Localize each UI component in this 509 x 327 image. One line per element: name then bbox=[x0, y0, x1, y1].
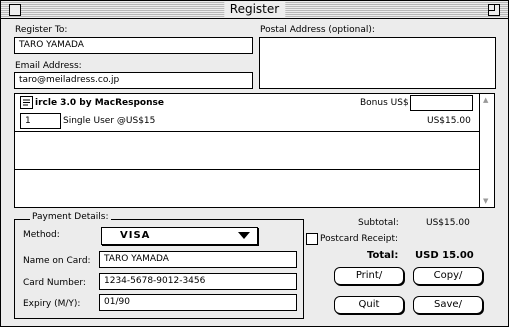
title-bar[interactable]: Register bbox=[1, 1, 508, 19]
expiry-field[interactable]: 01/90 bbox=[99, 294, 297, 311]
product-name: ircle 3.0 by MacResponse bbox=[35, 98, 164, 108]
vertical-scrollbar[interactable]: ▲ ▼ bbox=[479, 94, 494, 207]
app-document-icon bbox=[20, 96, 33, 109]
name-on-card-field[interactable]: TARO YAMADA bbox=[99, 251, 297, 268]
close-box[interactable] bbox=[9, 4, 21, 16]
bonus-field[interactable] bbox=[410, 95, 473, 111]
total-value: USD 15.00 bbox=[415, 250, 474, 261]
product-list: ircle 3.0 by MacResponse Bonus US$ 1 Sin… bbox=[14, 93, 495, 208]
postcard-receipt-checkbox[interactable] bbox=[306, 233, 318, 245]
scroll-up-arrow-icon[interactable]: ▲ bbox=[483, 96, 488, 104]
scroll-down-arrow-icon[interactable]: ▼ bbox=[483, 197, 488, 205]
print-button[interactable]: Print/ bbox=[334, 267, 404, 285]
email-label: Email Address: bbox=[15, 61, 82, 71]
card-number-label: Card Number: bbox=[23, 278, 86, 288]
postal-address-field[interactable] bbox=[259, 37, 496, 89]
subtotal-label: Subtotal: bbox=[358, 218, 399, 228]
email-field[interactable]: taro@meiladress.co.jp bbox=[14, 72, 253, 89]
postcard-receipt-label: Postcard Receipt: bbox=[320, 234, 399, 244]
register-to-label: Register To: bbox=[15, 25, 68, 35]
zoom-box[interactable] bbox=[488, 4, 500, 16]
payment-method-value: VISA bbox=[120, 230, 151, 241]
name-on-card-label: Name on Card: bbox=[23, 256, 91, 266]
window-title: Register bbox=[223, 2, 286, 17]
register-to-field[interactable]: TARO YAMADA bbox=[14, 37, 253, 54]
postal-address-label: Postal Address (optional): bbox=[260, 25, 375, 35]
expiry-label: Expiry (M/Y): bbox=[23, 299, 81, 309]
quantity-field[interactable]: 1 bbox=[20, 113, 61, 129]
quit-button[interactable]: Quit bbox=[334, 296, 404, 314]
row-divider bbox=[15, 131, 480, 132]
subtotal-value: US$15.00 bbox=[426, 218, 470, 228]
save-button[interactable]: Save/ bbox=[413, 296, 483, 314]
dropdown-triangle-icon bbox=[238, 231, 250, 243]
card-number-field[interactable]: 1234-5678-9012-3456 bbox=[99, 273, 297, 290]
row-divider bbox=[15, 169, 480, 170]
copy-button[interactable]: Copy/ bbox=[413, 267, 483, 285]
register-window: Register Register To: TARO YAMADA Email … bbox=[0, 0, 509, 327]
payment-details-label: Payment Details: bbox=[30, 212, 111, 222]
license-type: Single User @US$15 bbox=[63, 116, 156, 126]
payment-method-select[interactable]: VISA bbox=[101, 227, 258, 245]
total-label: Total: bbox=[367, 250, 399, 261]
method-label: Method: bbox=[23, 230, 60, 240]
line-price: US$15.00 bbox=[427, 116, 471, 126]
bonus-label: Bonus US$ bbox=[360, 98, 409, 108]
